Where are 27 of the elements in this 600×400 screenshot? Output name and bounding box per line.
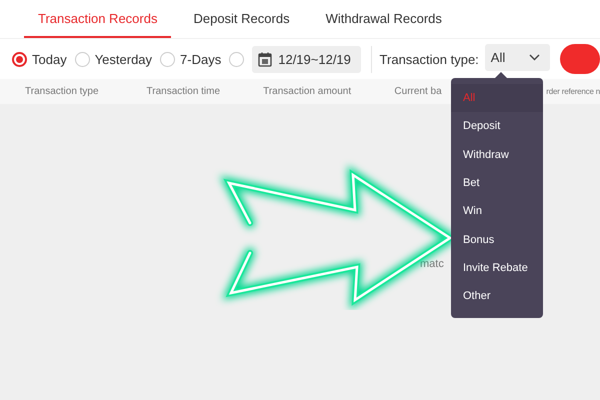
dropdown-option[interactable]: Other	[451, 282, 543, 310]
calendar-icon	[258, 52, 272, 66]
dropdown-option[interactable]: Deposit	[451, 112, 543, 141]
dropdown-option[interactable]: Bet	[451, 168, 543, 198]
radio-label[interactable]: Today	[32, 52, 67, 66]
search-button[interactable]	[560, 44, 600, 74]
radio-button[interactable]	[74, 52, 90, 66]
dropdown-option[interactable]: Bonus	[451, 225, 543, 254]
dropdown-option[interactable]: Withdraw	[451, 140, 543, 169]
radio-button[interactable]	[229, 52, 244, 66]
date-range-field[interactable]: 12/19~12/19	[252, 46, 361, 72]
type-select[interactable]: All	[484, 44, 550, 71]
empty-message: matc	[420, 258, 444, 270]
chevron-down-icon	[529, 54, 540, 61]
column-header: Transaction time	[146, 86, 222, 97]
radio-label[interactable]: Yesterday	[94, 52, 152, 66]
dropdown-option[interactable]: Win	[451, 197, 543, 226]
column-header: rder reference n	[546, 87, 600, 96]
radio-button[interactable]	[12, 52, 27, 66]
record-tab[interactable]: Withdrawal Records	[312, 0, 456, 38]
radio-label[interactable]: 7-Days	[180, 52, 222, 66]
dropdown-option[interactable]: Invite Rebate	[451, 254, 543, 282]
column-header: Transaction type	[25, 86, 100, 97]
column-header: Transaction amount	[263, 86, 352, 97]
radio-button[interactable]	[160, 52, 176, 66]
record-tab[interactable]: Deposit Records	[179, 0, 304, 38]
type-label: Transaction type:	[380, 52, 479, 66]
